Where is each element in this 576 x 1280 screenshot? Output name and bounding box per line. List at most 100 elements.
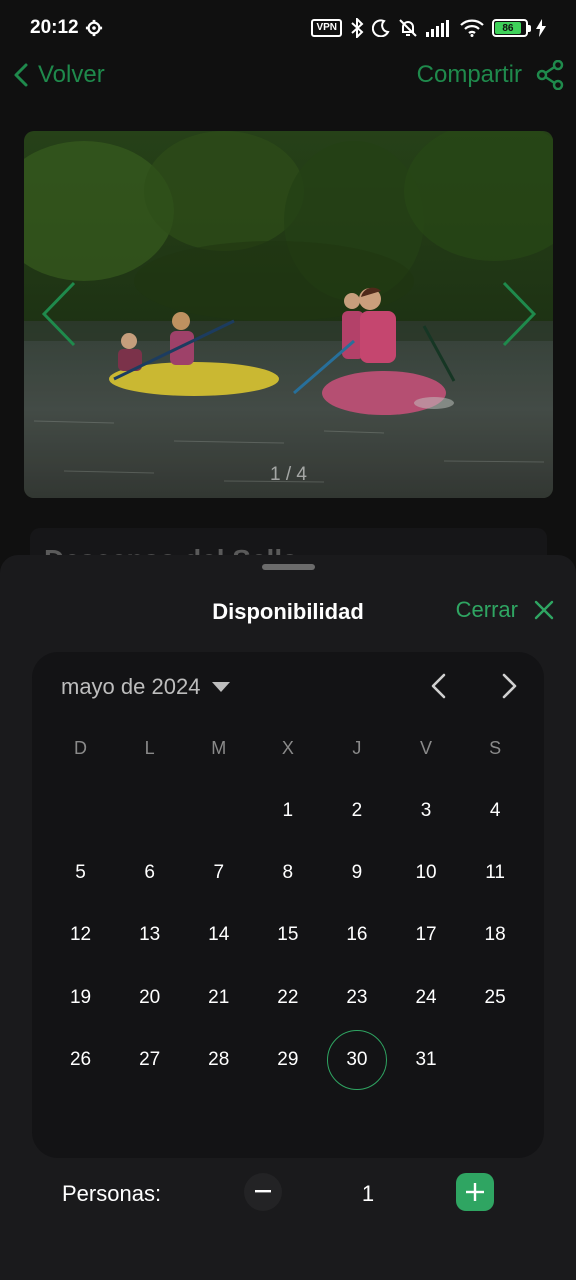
day-cell[interactable]: 29 bbox=[253, 1029, 322, 1091]
day-cell[interactable]: 25 bbox=[461, 967, 530, 1029]
minus-icon bbox=[255, 1190, 271, 1193]
prev-month-icon[interactable] bbox=[428, 672, 450, 700]
bluetooth-icon bbox=[351, 18, 364, 38]
weekday-label: V bbox=[420, 738, 433, 758]
empty-day-cell bbox=[184, 780, 253, 842]
weekday-label: L bbox=[144, 738, 155, 758]
weekday-label: D bbox=[74, 738, 88, 758]
battery-level: 86 bbox=[495, 22, 521, 34]
vpn-badge: VPN bbox=[311, 19, 342, 37]
day-number: 21 bbox=[208, 986, 230, 1008]
day-number: 16 bbox=[346, 924, 368, 946]
day-cell[interactable]: 9 bbox=[322, 842, 391, 904]
day-cell[interactable]: 11 bbox=[461, 842, 530, 904]
day-cell[interactable]: 7 bbox=[184, 842, 253, 904]
day-cell[interactable]: 2 bbox=[322, 780, 391, 842]
day-number: 26 bbox=[69, 1048, 92, 1070]
day-cell[interactable]: 3 bbox=[391, 780, 460, 842]
day-number: 2 bbox=[351, 800, 363, 822]
day-number: 15 bbox=[277, 924, 299, 946]
day-cell[interactable]: 23 bbox=[322, 967, 391, 1029]
empty-day-cell bbox=[115, 780, 184, 842]
day-number: 6 bbox=[144, 862, 155, 884]
battery-indicator: 86 bbox=[492, 19, 531, 37]
day-number: 12 bbox=[69, 924, 92, 946]
calendar: mayo de 2024 DLMXJVS 1 2 3 4 5 6 7 8 9 10 11 12 13 14… bbox=[32, 652, 544, 1158]
plus-icon bbox=[466, 1183, 484, 1201]
month-selector[interactable]: mayo de 2024 bbox=[61, 674, 231, 700]
day-number: 22 bbox=[277, 986, 299, 1008]
persons-value: 1 bbox=[361, 1181, 375, 1206]
day-cell[interactable]: 10 bbox=[391, 842, 460, 904]
bell-off-icon bbox=[399, 19, 417, 37]
close-icon bbox=[534, 600, 554, 620]
day-cell[interactable]: 17 bbox=[391, 904, 460, 966]
day-cell[interactable]: 8 bbox=[253, 842, 322, 904]
close-button[interactable]: Cerrar bbox=[456, 597, 554, 623]
day-number: 20 bbox=[139, 986, 161, 1008]
carousel-next-icon[interactable] bbox=[498, 281, 538, 347]
day-number: 31 bbox=[415, 1048, 437, 1070]
day-cell[interactable]: 22 bbox=[253, 967, 322, 1029]
day-cell[interactable]: 28 bbox=[184, 1029, 253, 1091]
day-number: 25 bbox=[484, 986, 506, 1008]
next-month-icon[interactable] bbox=[498, 672, 520, 700]
charging-icon bbox=[536, 19, 546, 37]
gear-icon bbox=[85, 19, 102, 37]
day-cell[interactable]: 12 bbox=[46, 904, 115, 966]
day-cell[interactable]: 4 bbox=[461, 780, 530, 842]
moon-icon bbox=[372, 19, 390, 37]
share-icon bbox=[536, 60, 564, 90]
weekday-label: X bbox=[281, 738, 294, 758]
day-number: 18 bbox=[484, 924, 506, 946]
day-number: 28 bbox=[208, 1048, 230, 1070]
day-cell[interactable]: 24 bbox=[391, 967, 460, 1029]
day-cell[interactable]: 15 bbox=[253, 904, 322, 966]
day-cell-selected[interactable]: 30 bbox=[322, 1029, 391, 1091]
status-bar: 20:12 VPN 86 bbox=[0, 0, 576, 56]
day-cell[interactable]: 6 bbox=[115, 842, 184, 904]
decrease-persons-button[interactable] bbox=[244, 1173, 282, 1211]
day-cell[interactable]: 20 bbox=[115, 967, 184, 1029]
day-cell[interactable]: 26 bbox=[46, 1029, 115, 1091]
day-number: 14 bbox=[208, 924, 230, 946]
day-cell[interactable]: 27 bbox=[115, 1029, 184, 1091]
day-cell[interactable]: 16 bbox=[322, 904, 391, 966]
day-number: 4 bbox=[489, 800, 501, 822]
chevron-left-icon bbox=[14, 63, 28, 87]
day-number: 30 bbox=[326, 1029, 387, 1090]
photo-carousel[interactable]: 1 / 4 bbox=[24, 131, 553, 498]
day-cell[interactable]: 31 bbox=[391, 1029, 460, 1091]
day-number: 11 bbox=[485, 862, 505, 884]
day-number: 29 bbox=[277, 1048, 299, 1070]
day-cell[interactable]: 21 bbox=[184, 967, 253, 1029]
day-number: 24 bbox=[415, 986, 437, 1008]
increase-persons-button[interactable] bbox=[456, 1173, 494, 1211]
status-time: 20:12 bbox=[30, 17, 79, 38]
day-cell[interactable]: 5 bbox=[46, 842, 115, 904]
month-label: mayo de 2024 bbox=[61, 674, 201, 699]
day-number: 10 bbox=[415, 862, 437, 884]
day-number: 23 bbox=[346, 986, 368, 1008]
day-number: 9 bbox=[351, 862, 363, 884]
day-cell[interactable]: 14 bbox=[184, 904, 253, 966]
weekday-label: S bbox=[489, 738, 502, 758]
day-cell[interactable]: 19 bbox=[46, 967, 115, 1029]
share-button[interactable]: Compartir bbox=[417, 60, 564, 90]
day-cell[interactable]: 18 bbox=[461, 904, 530, 966]
day-number: 27 bbox=[139, 1048, 161, 1070]
back-label: Volver bbox=[38, 61, 105, 88]
day-number: 8 bbox=[282, 862, 294, 884]
day-number: 3 bbox=[420, 800, 432, 822]
close-label: Cerrar bbox=[455, 597, 518, 622]
back-button[interactable]: Volver bbox=[12, 61, 105, 89]
day-number: 5 bbox=[75, 862, 86, 884]
carousel-prev-icon[interactable] bbox=[40, 281, 80, 347]
weekday-label: M bbox=[211, 738, 227, 758]
empty-day-cell bbox=[46, 780, 115, 842]
drag-handle[interactable] bbox=[262, 564, 315, 570]
signal-icon bbox=[426, 20, 449, 37]
day-number: 17 bbox=[415, 924, 437, 946]
day-cell[interactable]: 1 bbox=[253, 780, 322, 842]
day-cell[interactable]: 13 bbox=[115, 904, 184, 966]
